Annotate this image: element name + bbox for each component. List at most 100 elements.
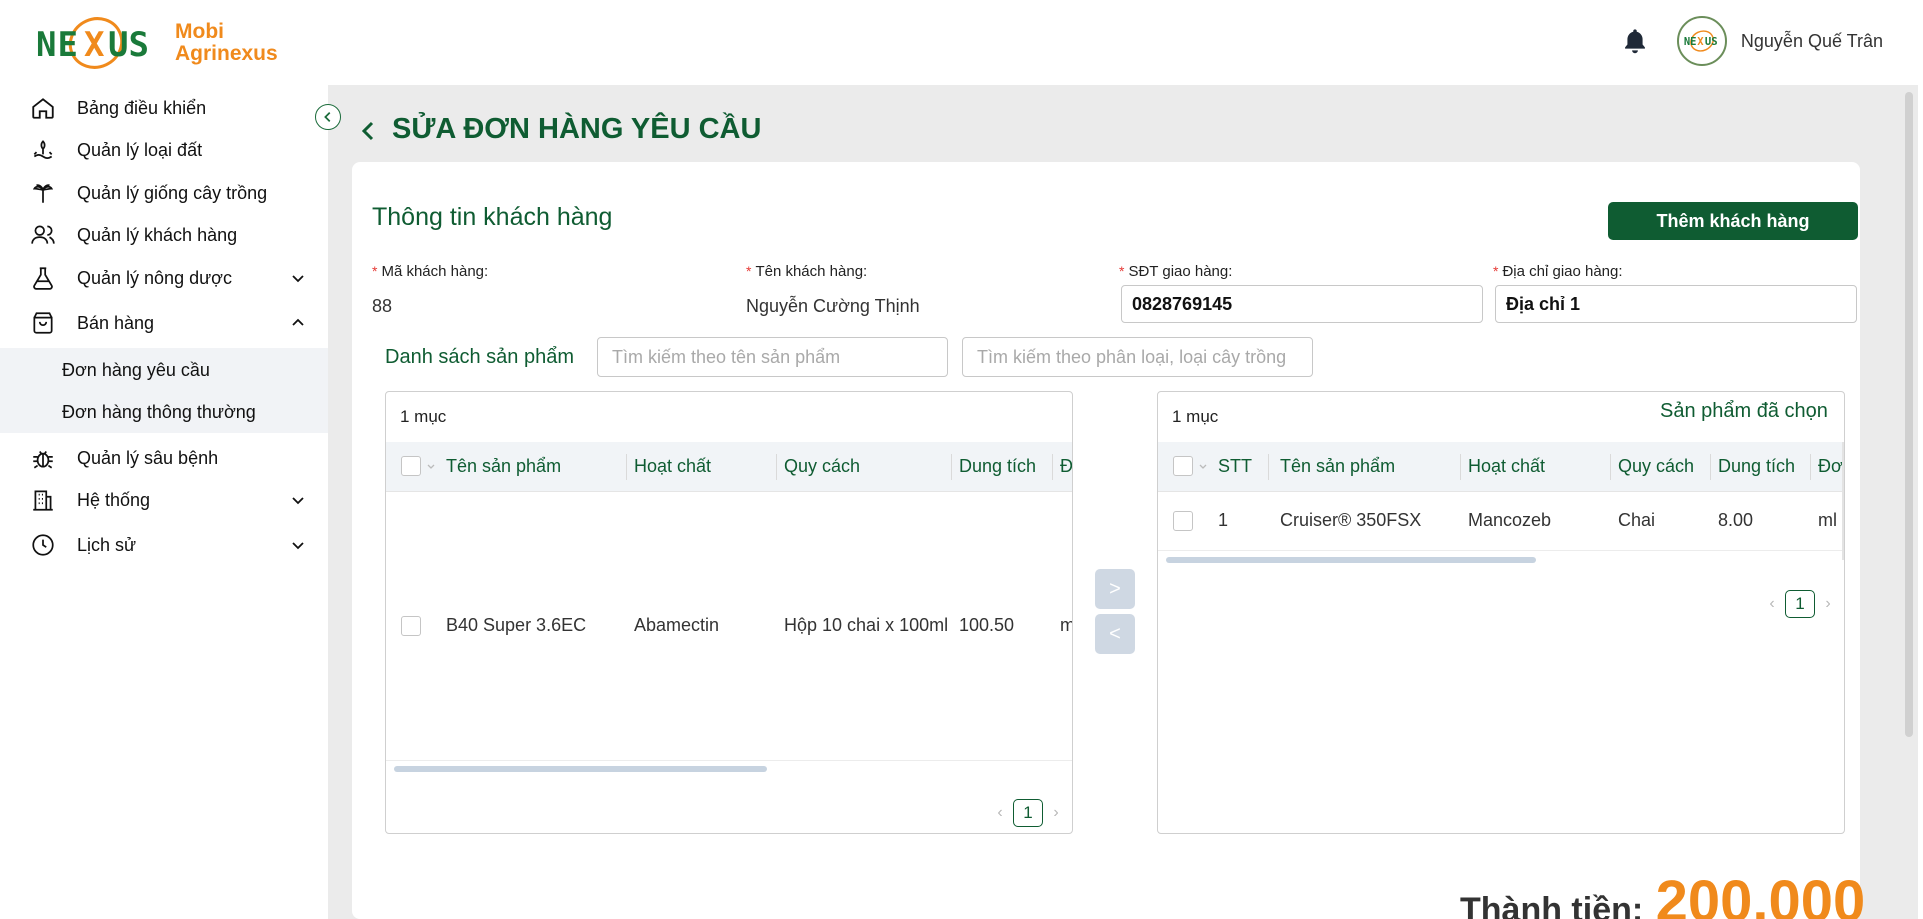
customer-section-title: Thông tin khách hàng — [372, 203, 613, 231]
soil-icon — [33, 140, 53, 159]
sidebar-item-dashboard[interactable]: Bảng điều khiển — [0, 88, 328, 128]
delivery-address-label: * Địa chỉ giao hàng: — [1493, 263, 1623, 280]
sidebar-item-history[interactable]: Lịch sử — [0, 525, 328, 565]
sidebar-item-sales[interactable]: Bán hàng — [0, 303, 328, 343]
cell-product-name: Cruiser® 350FSX — [1280, 510, 1422, 530]
chevron-down-icon — [292, 275, 304, 283]
available-products-panel: 1 mục Tên sản phẩm Hoạt chất Quy cách Du… — [385, 391, 1073, 834]
total-value: 200.000 — [1655, 869, 1866, 919]
prev-page-button[interactable]: ‹ — [991, 804, 1009, 822]
chevron-up-icon — [292, 318, 304, 326]
next-page-button[interactable]: › — [1047, 804, 1065, 822]
search-product-type-input[interactable]: Tìm kiếm theo phân loại, loại cây trồng — [962, 337, 1313, 377]
col-specification[interactable]: Quy cách — [1618, 456, 1694, 477]
select-all-checkbox[interactable] — [401, 456, 421, 476]
pagination: ‹ 1 › — [991, 799, 1065, 827]
bag-icon — [33, 312, 53, 334]
notification-bell-icon[interactable] — [1621, 27, 1649, 55]
page-number-button[interactable]: 1 — [1013, 799, 1043, 827]
users-icon — [31, 225, 55, 244]
sidebar-item-system[interactable]: Hệ thống — [0, 480, 328, 520]
home-icon — [32, 98, 54, 119]
col-active-ingredient[interactable]: Hoạt chất — [634, 456, 711, 477]
cell-unit: m — [1060, 615, 1072, 636]
sidebar-subitem-regular-orders[interactable]: Đơn hàng thông thường — [62, 402, 256, 423]
horizontal-scrollbar[interactable] — [394, 766, 767, 772]
row-divider — [386, 760, 1072, 761]
chevron-down-icon[interactable] — [426, 462, 436, 472]
svg-text:NE: NE — [1684, 36, 1697, 48]
pagination: ‹ 1 › — [1763, 590, 1837, 618]
sidebar-subitem-request-orders[interactable]: Đơn hàng yêu cầu — [62, 360, 210, 381]
col-index[interactable]: STT — [1218, 456, 1252, 477]
chevron-left-icon — [324, 112, 331, 122]
selected-count: 1 mục — [1172, 407, 1219, 426]
sidebar-item-customers[interactable]: Quản lý khách hàng — [0, 215, 328, 255]
sidebar: Đơn hàng yêu cầu Đơn hàng thông thường B… — [0, 85, 328, 919]
chevron-down-icon — [292, 542, 304, 550]
sidebar-item-plant-varieties[interactable]: Quản lý giống cây trồng — [0, 173, 328, 213]
customer-code-label: * Mã khách hàng: — [372, 263, 489, 280]
selected-products-title: Sản phẩm đã chọn — [1660, 400, 1828, 422]
col-unit[interactable]: Đ — [1060, 456, 1072, 477]
cell-spec: Hộp 10 chai x 100ml — [784, 615, 949, 635]
bug-icon — [33, 450, 53, 469]
prev-page-button[interactable]: ‹ — [1763, 595, 1781, 613]
delivery-address-input[interactable]: Địa chỉ 1 — [1495, 285, 1857, 323]
col-product-name[interactable]: Tên sản phẩm — [1280, 456, 1395, 477]
selected-products-panel: 1 mục STT Tên sản phẩm Hoạt chất Quy các… — [1157, 391, 1845, 834]
brand-logo[interactable]: NE X US Mobi Agrinexus — [36, 14, 278, 72]
col-product-name[interactable]: Tên sản phẩm — [446, 456, 561, 477]
chevron-down-icon[interactable] — [1198, 462, 1208, 472]
brand-name: Mobi Agrinexus — [175, 20, 278, 65]
cell-ingredient: Abamectin — [634, 615, 720, 635]
flask-icon — [33, 267, 53, 290]
column-divider — [1460, 454, 1461, 480]
col-volume[interactable]: Dung tích — [959, 456, 1036, 477]
search-product-name-input[interactable]: Tìm kiếm theo tên sản phẩm — [597, 337, 948, 377]
order-total: Thành tiền: 200.000 — [1460, 868, 1865, 919]
column-divider — [776, 454, 777, 480]
col-volume[interactable]: Dung tích — [1718, 456, 1795, 477]
column-divider — [1710, 454, 1711, 480]
sidebar-item-soil[interactable]: Quản lý loại đất — [0, 130, 328, 170]
customer-name-label: * Tên khách hàng: — [746, 263, 868, 280]
sales-submenu: Đơn hàng yêu cầu Đơn hàng thông thường — [0, 348, 328, 433]
column-divider — [1810, 454, 1811, 480]
total-label: Thành tiền: — [1460, 891, 1644, 919]
nexus-logo-icon: NE X US — [36, 14, 161, 72]
app-header: NE X US Mobi Agrinexus NE X US Nguyễn Qu… — [0, 0, 1923, 85]
sidebar-collapse-button[interactable] — [315, 104, 341, 130]
cell-volume: 8.00 — [1718, 510, 1754, 530]
svg-text:NE: NE — [36, 25, 79, 65]
next-page-button[interactable]: › — [1819, 595, 1837, 613]
page-scrollbar[interactable] — [1905, 92, 1913, 737]
available-count: 1 mục — [400, 407, 447, 426]
move-left-button[interactable]: < — [1095, 614, 1135, 654]
cell-spec: Chai — [1618, 510, 1656, 530]
vertical-scrollbar[interactable] — [1842, 442, 1844, 560]
col-active-ingredient[interactable]: Hoạt chất — [1468, 456, 1545, 477]
delivery-phone-input[interactable]: 0828769145 — [1121, 285, 1483, 323]
row-checkbox[interactable] — [1173, 511, 1193, 531]
user-name[interactable]: Nguyễn Quế Trân — [1741, 31, 1883, 52]
page-number-button[interactable]: 1 — [1785, 590, 1815, 618]
customer-name-value: Nguyễn Cường Thịnh — [746, 296, 920, 316]
cell-product-name: B40 Super 3.6EC — [446, 615, 587, 635]
add-customer-button[interactable]: Thêm khách hàng — [1608, 202, 1858, 240]
column-divider — [951, 454, 952, 480]
col-unit-price[interactable]: Đơ — [1818, 456, 1843, 477]
back-chevron-icon[interactable] — [358, 119, 378, 143]
sidebar-item-pesticides[interactable]: Quản lý nông dược — [0, 258, 328, 298]
col-specification[interactable]: Quy cách — [784, 456, 860, 477]
avatar[interactable]: NE X US — [1676, 16, 1727, 66]
sidebar-item-pests[interactable]: Quản lý sâu bệnh — [0, 438, 328, 478]
select-all-checkbox[interactable] — [1173, 456, 1193, 476]
row-checkbox[interactable] — [401, 616, 421, 636]
clock-icon — [32, 534, 54, 556]
move-right-button[interactable]: > — [1095, 569, 1135, 609]
delivery-phone-label: * SĐT giao hàng: — [1119, 263, 1233, 280]
horizontal-scrollbar[interactable] — [1166, 557, 1536, 563]
svg-text:X: X — [1697, 36, 1704, 48]
row-divider — [1158, 550, 1844, 551]
